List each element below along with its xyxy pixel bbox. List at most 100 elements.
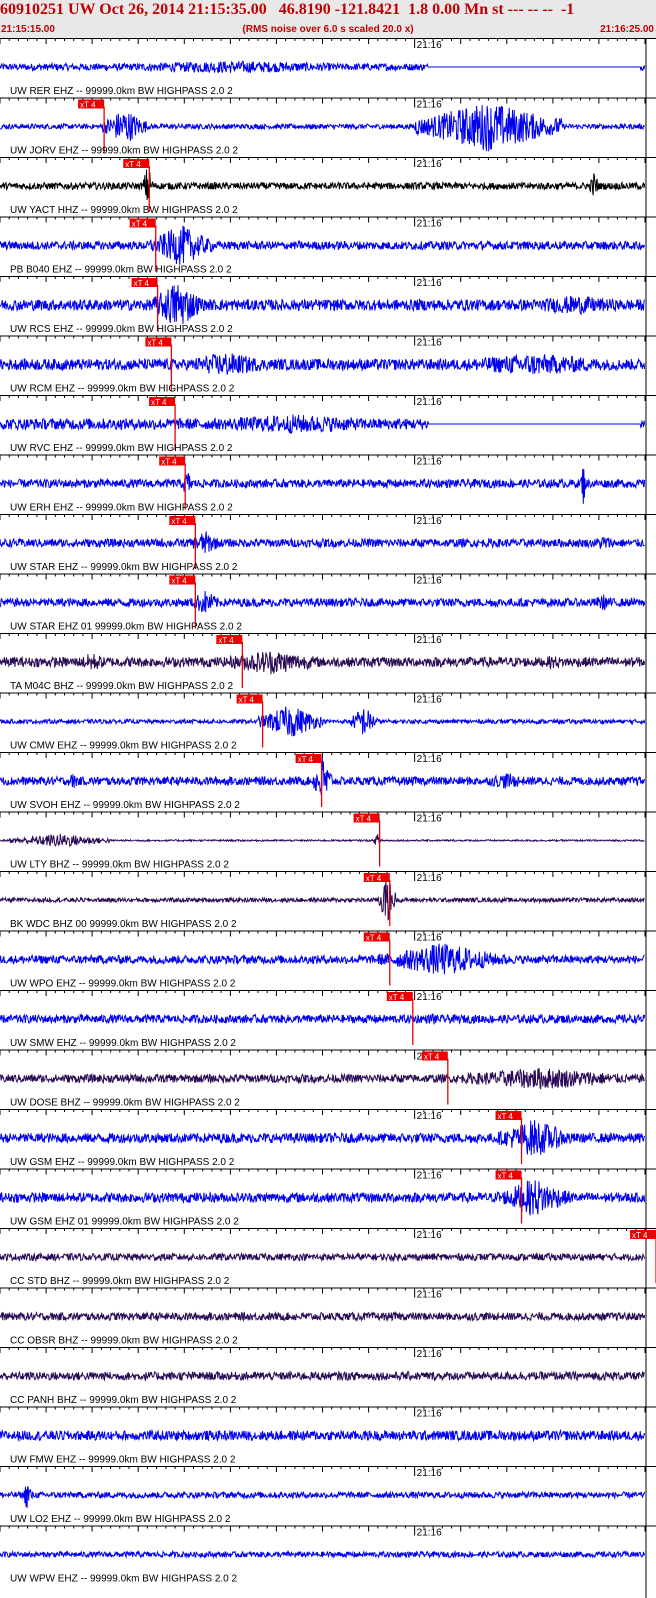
pick-label: xT 4 <box>389 993 405 1002</box>
trace-label: TA M04C BHZ -- 99999.0km BW HIGHPASS 2.0… <box>10 681 233 692</box>
waveform-trace <box>0 353 646 375</box>
waveform-trace <box>0 105 646 152</box>
waveform-trace <box>0 414 646 434</box>
minute-tick-label: 21:16 <box>417 814 442 825</box>
minute-tick-label: 21:16 <box>417 695 442 706</box>
event-title: 60910251 UW Oct 26, 2014 21:15:35.00 46.… <box>0 1 575 18</box>
trace-label: UW STAR EHZ -- 99999.0km BW HIGHPASS 2.0… <box>10 562 238 573</box>
pick-label: xT 4 <box>498 1172 514 1181</box>
waveform-trace <box>0 1012 646 1025</box>
minute-tick-label: 21:16 <box>417 933 442 944</box>
waveform-trace <box>0 1370 645 1383</box>
header-bar: 60910251 UW Oct 26, 2014 21:15:35.00 46.… <box>0 0 656 38</box>
scaling-note: (RMS noise over 6.0 s scaled 20.0 x) <box>242 24 414 35</box>
trace-label: UW GSM EHZ 01 99999.0km BW HIGHPASS 2.0 … <box>10 1217 239 1228</box>
minute-tick-label: 21:16 <box>417 1111 442 1122</box>
minute-tick-label: 21:16 <box>417 338 442 349</box>
pick-label: xT 4 <box>132 220 148 229</box>
pick-label: xT 4 <box>134 279 150 288</box>
minute-tick-label: 21:16 <box>417 873 442 884</box>
pick-label: xT 4 <box>239 696 255 705</box>
trace-label: UW RER EHZ -- 99999.0km BW HIGHPASS 2.0 … <box>10 86 233 97</box>
trace-label: UW WPW EHZ -- 99999.0km BW HIGHPASS 2.0 … <box>10 1574 238 1585</box>
minute-tick-label: 21:16 <box>417 278 442 289</box>
end-time: 21:16:25.00 <box>600 24 654 35</box>
minute-tick-label: 21:16 <box>417 1230 442 1241</box>
waveform-trace <box>0 1310 646 1323</box>
trace-label: UW FMW EHZ -- 99999.0km BW HIGHPASS 2.0 … <box>10 1455 236 1466</box>
trace-label: PB B040 EHZ -- 99999.0km BW HIGHPASS 2.0… <box>10 265 232 276</box>
pick-label: xT 4 <box>171 517 187 526</box>
trace-label: UW STAR EHZ 01 99999.0km BW HIGHPASS 2.0… <box>10 622 242 633</box>
trace-label: CC PANH BHZ -- 99999.0km BW HIGHPASS 2.0… <box>10 1395 237 1406</box>
trace-label: UW SVOH EHZ -- 99999.0km BW HIGHPASS 2.0… <box>10 800 240 811</box>
pick-label: xT 4 <box>632 1231 648 1240</box>
minute-tick-label: 21:16 <box>417 1528 442 1539</box>
waveform-trace <box>0 1428 646 1443</box>
trace-label: UW DOSE BHZ -- 99999.0km BW HIGHPASS 2.0… <box>10 1098 240 1109</box>
pick-label: xT 4 <box>424 1053 440 1062</box>
minute-tick-label: 21:16 <box>417 1349 442 1360</box>
trace-label: UW CMW EHZ -- 99999.0km BW HIGHPASS 2.0 … <box>10 741 237 752</box>
waveform-trace <box>0 943 645 975</box>
pick-label: xT 4 <box>356 815 372 824</box>
trace-label: UW LTY BHZ -- 99999.0km BW HIGHPASS 2.0 … <box>10 860 229 871</box>
pick-label: xT 4 <box>161 458 177 467</box>
minute-tick-label: 21:16 <box>417 635 442 646</box>
pick-label: xT 4 <box>151 398 167 407</box>
waveform-trace <box>0 285 645 324</box>
minute-tick-label: 21:16 <box>417 40 442 51</box>
pick-label: xT 4 <box>218 636 234 645</box>
waveform-trace <box>0 225 646 265</box>
minute-tick-label: 21:16 <box>417 1409 442 1420</box>
minute-tick-label: 21:16 <box>417 754 442 765</box>
minute-tick-label: 21:16 <box>417 159 442 170</box>
trace-label: CC OBSR BHZ -- 99999.0km BW HIGHPASS 2.0… <box>10 1336 238 1347</box>
trace-label: UW GSM EHZ -- 99999.0km BW HIGHPASS 2.0 … <box>10 1157 235 1168</box>
minute-tick-label: 21:16 <box>417 397 442 408</box>
trace-label: UW WPO EHZ -- 99999.0km BW HIGHPASS 2.0 … <box>10 979 236 990</box>
waveform-trace <box>0 1549 646 1560</box>
pick-label: xT 4 <box>125 160 141 169</box>
minute-tick-label: 21:16 <box>417 516 442 527</box>
waveform-trace <box>0 1180 646 1216</box>
trace-label: UW RCS EHZ -- 99999.0km BW HIGHPASS 2.0 … <box>10 324 233 335</box>
waveform-trace <box>0 757 646 795</box>
seismogram-plot: 21:16 UW RER EHZ -- 99999.0km BW HIGHPASS… <box>0 38 656 1598</box>
pick-label: xT 4 <box>366 934 382 943</box>
waveform-trace <box>0 1067 645 1090</box>
trace-label: CC STD BHZ -- 99999.0km BW HIGHPASS 2.0 … <box>10 1276 230 1287</box>
waveform-trace <box>0 590 646 613</box>
minute-tick-label: 21:16 <box>417 100 442 111</box>
trace-label: UW ERH EHZ -- 99999.0km BW HIGHPASS 2.0 … <box>10 503 233 514</box>
pick-label: xT 4 <box>366 874 382 883</box>
minute-tick-label: 21:16 <box>417 457 442 468</box>
waveform-trace <box>0 60 646 74</box>
waveform-trace <box>0 1251 646 1263</box>
trace-label: UW YACT HHZ -- 99999.0km BW HIGHPASS 2.0… <box>10 205 238 216</box>
trace-label: UW LO2 EHZ -- 99999.0km BW HIGHPASS 2.0 … <box>10 1514 231 1525</box>
trace-label: UW SMW EHZ -- 99999.0km BW HIGHPASS 2.0 … <box>10 1038 236 1049</box>
trace-label: UW RCM EHZ -- 99999.0km BW HIGHPASS 2.0 … <box>10 384 235 395</box>
minute-tick-label: 21:16 <box>417 576 442 587</box>
trace-label: UW JORV EHZ -- 99999.0km BW HIGHPASS 2.0… <box>10 146 238 157</box>
waveform-trace <box>0 169 646 201</box>
trace-label: BK WDC BHZ 00 99999.0km BW HIGHPASS 2.0 … <box>10 919 237 930</box>
waveform-trace <box>0 1486 646 1509</box>
minute-tick-label: 21:16 <box>417 1290 442 1301</box>
pick-label: xT 4 <box>147 339 163 348</box>
waveform-trace <box>0 879 645 921</box>
minute-tick-label: 21:16 <box>417 992 442 1003</box>
minute-tick-label: 21:16 <box>417 219 442 230</box>
waveform-trace <box>0 833 645 848</box>
minute-tick-label: 21:16 <box>417 1171 442 1182</box>
pick-label: xT 4 <box>498 1112 514 1121</box>
waveform-trace <box>0 651 646 675</box>
waveform-trace <box>0 1120 646 1156</box>
pick-label: xT 4 <box>171 577 187 586</box>
minute-tick-label: 21:16 <box>417 1468 442 1479</box>
waveform-trace <box>0 706 646 737</box>
trace-label: UW RVC EHZ -- 99999.0km BW HIGHPASS 2.0 … <box>10 443 233 454</box>
waveform-trace <box>0 468 646 504</box>
pick-label: xT 4 <box>80 101 96 110</box>
